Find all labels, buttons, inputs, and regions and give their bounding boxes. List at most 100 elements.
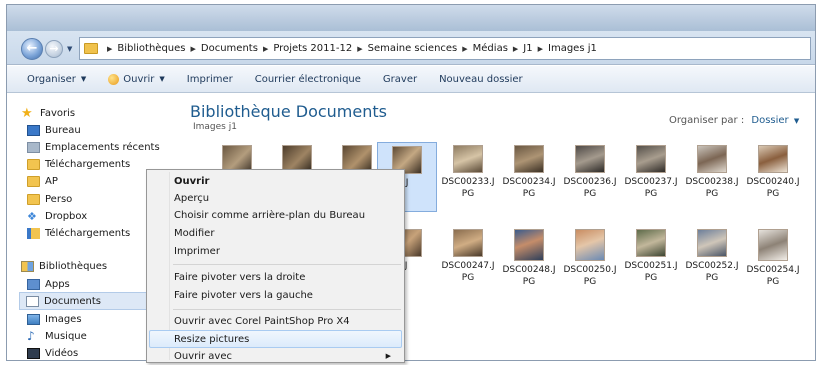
- folder-icon: [27, 193, 40, 205]
- chevron-right-icon[interactable]: ▶: [263, 45, 268, 53]
- library-title: Bibliothèque Documents: [190, 102, 387, 121]
- chevron-right-icon[interactable]: ▶: [538, 45, 543, 53]
- organiser-button[interactable]: Organiser ▼: [27, 74, 86, 85]
- chevron-down-icon: ▼: [80, 75, 87, 83]
- nav-bureau[interactable]: Bureau: [27, 121, 177, 139]
- ouvrir-label: Ouvrir: [123, 73, 155, 85]
- nav-label: Téléchargements: [45, 227, 131, 239]
- thumbnail-label: DSC00248.J PG: [502, 265, 556, 287]
- menu-item-resize-pictures[interactable]: Resize pictures: [174, 331, 399, 348]
- video-icon: [27, 347, 40, 359]
- nav-label: Bibliothèques: [39, 260, 108, 272]
- thumbnail[interactable]: DSC00250.J PG: [560, 229, 620, 288]
- nav-label: Dropbox: [45, 210, 88, 222]
- menu-item-pivoter-droite[interactable]: Faire pivoter vers la droite: [174, 269, 399, 286]
- thumbnail-label: DSC00236.J PG: [563, 177, 617, 199]
- thumbnail[interactable]: DSC00251.J PG: [621, 229, 681, 284]
- organiser-label: Organiser: [27, 73, 76, 85]
- nav-label: Perso: [45, 193, 73, 205]
- menu-item-ouvrir-corel[interactable]: Ouvrir avec Corel PaintShop Pro X4: [174, 313, 399, 330]
- nav-label: Vidéos: [45, 347, 79, 359]
- breadcrumb-projets[interactable]: Projets 2011-12: [273, 43, 352, 54]
- menu-item-apercu[interactable]: Aperçu: [174, 190, 399, 207]
- organize-by-label: Organiser par :: [669, 115, 745, 126]
- nav-label: Images: [45, 313, 82, 325]
- address-bar[interactable]: ▶ Bibliothèques ▶ Documents ▶ Projets 20…: [79, 37, 811, 60]
- thumbnail-label: DSC00247.J PG: [441, 261, 495, 283]
- thumbnail[interactable]: DSC00236.J PG: [560, 145, 620, 200]
- thumbnail[interactable]: DSC00247.J PG: [438, 229, 498, 284]
- chevron-right-icon[interactable]: ▶: [462, 45, 467, 53]
- address-row: ← → ▼ ▶ Bibliothèques ▶ Documents ▶ Proj…: [7, 31, 815, 65]
- menu-item-imprimer[interactable]: Imprimer: [174, 243, 399, 260]
- imprimer-button[interactable]: Imprimer: [187, 74, 233, 85]
- folder-icon: [27, 158, 40, 170]
- star-icon: ★: [21, 105, 33, 121]
- menu-item-ouvrir-avec[interactable]: Ouvrir avec ▶: [174, 348, 399, 365]
- nav-label: Favoris: [40, 107, 76, 119]
- explorer-window: ← → ▼ ▶ Bibliothèques ▶ Documents ▶ Proj…: [6, 4, 816, 361]
- library-subtitle: Images j1: [193, 122, 237, 132]
- breadcrumb-bibliotheques[interactable]: Bibliothèques: [117, 43, 185, 54]
- music-icon: ♪: [27, 329, 35, 343]
- organize-by[interactable]: Organiser par : Dossier ▼: [669, 115, 799, 126]
- graver-button[interactable]: Graver: [383, 74, 417, 85]
- menu-separator: [173, 264, 401, 265]
- recent-places-icon: [27, 141, 40, 153]
- nav-label: Emplacements récents: [45, 141, 160, 153]
- thumbnail-label: DSC00238.J PG: [685, 177, 739, 199]
- photo-thumbnail: [697, 145, 727, 173]
- thumbnail[interactable]: DSC00234.J PG: [499, 145, 559, 200]
- thumbnail-label: DSC00250.J PG: [563, 265, 617, 287]
- ouvrir-button[interactable]: Ouvrir ▼: [108, 73, 165, 85]
- thumbnail[interactable]: DSC00248.J PG: [499, 229, 559, 288]
- folder-icon: [27, 175, 40, 187]
- apps-icon: [27, 278, 40, 290]
- thumbnail[interactable]: DSC00237.J PG: [621, 145, 681, 200]
- thumbnail-label: DSC00252.J PG: [685, 261, 739, 283]
- nouveau-dossier-button[interactable]: Nouveau dossier: [439, 74, 523, 85]
- chevron-right-icon[interactable]: ▶: [357, 45, 362, 53]
- app-icon: [108, 73, 120, 85]
- images-icon: [27, 313, 40, 325]
- chevron-down-icon: ▼: [793, 117, 800, 125]
- chevron-right-icon[interactable]: ▶: [513, 45, 518, 53]
- thumbnail[interactable]: DSC00254.J PG: [743, 229, 803, 288]
- nav-label: Musique: [45, 330, 87, 342]
- photo-thumbnail: [636, 145, 666, 173]
- breadcrumb-images-j1[interactable]: Images j1: [548, 43, 597, 54]
- menu-item-arriere-plan[interactable]: Choisir comme arrière-plan du Bureau: [174, 207, 399, 224]
- menu-separator: [173, 309, 401, 310]
- menu-item-pivoter-gauche[interactable]: Faire pivoter vers la gauche: [174, 287, 399, 304]
- forward-button[interactable]: →: [45, 40, 63, 58]
- chevron-right-icon[interactable]: ▶: [191, 45, 196, 53]
- recent-pages-chevron-icon[interactable]: ▼: [67, 45, 72, 53]
- breadcrumb-j1[interactable]: J1: [523, 43, 532, 54]
- chevron-right-icon[interactable]: ▶: [107, 45, 112, 53]
- breadcrumb-semaine-sciences[interactable]: Semaine sciences: [368, 43, 458, 54]
- thumbnail[interactable]: DSC00233.J PG: [438, 145, 498, 200]
- nav-favoris[interactable]: ★ Favoris: [21, 104, 171, 122]
- back-button[interactable]: ←: [21, 38, 43, 60]
- breadcrumb-medias[interactable]: Médias: [473, 43, 508, 54]
- organize-by-value[interactable]: Dossier: [751, 115, 788, 126]
- photo-thumbnail: [453, 145, 483, 173]
- thumbnail[interactable]: DSC00240.J PG: [743, 145, 803, 200]
- thumbnail[interactable]: DSC00252.J PG: [682, 229, 742, 284]
- breadcrumb-documents[interactable]: Documents: [201, 43, 258, 54]
- nav-label: Bureau: [45, 124, 81, 136]
- photo-thumbnail: [758, 229, 788, 261]
- dropbox-icon: ❖: [27, 209, 37, 223]
- command-bar: Organiser ▼ Ouvrir ▼ Imprimer Courrier é…: [7, 66, 815, 93]
- downloads-icon: [27, 227, 40, 239]
- document-icon: [26, 295, 39, 307]
- courrier-button[interactable]: Courrier électronique: [255, 74, 361, 85]
- photo-thumbnail: [758, 145, 788, 173]
- nav-emplacements-recents[interactable]: Emplacements récents: [27, 138, 177, 156]
- menu-item-modifier[interactable]: Modifier: [174, 225, 399, 242]
- submenu-arrow-icon: ▶: [385, 352, 391, 360]
- menu-item-ouvrir[interactable]: Ouvrir: [174, 173, 399, 190]
- photo-thumbnail: [575, 229, 605, 261]
- photo-thumbnail: [697, 229, 727, 257]
- thumbnail[interactable]: DSC00238.J PG: [682, 145, 742, 200]
